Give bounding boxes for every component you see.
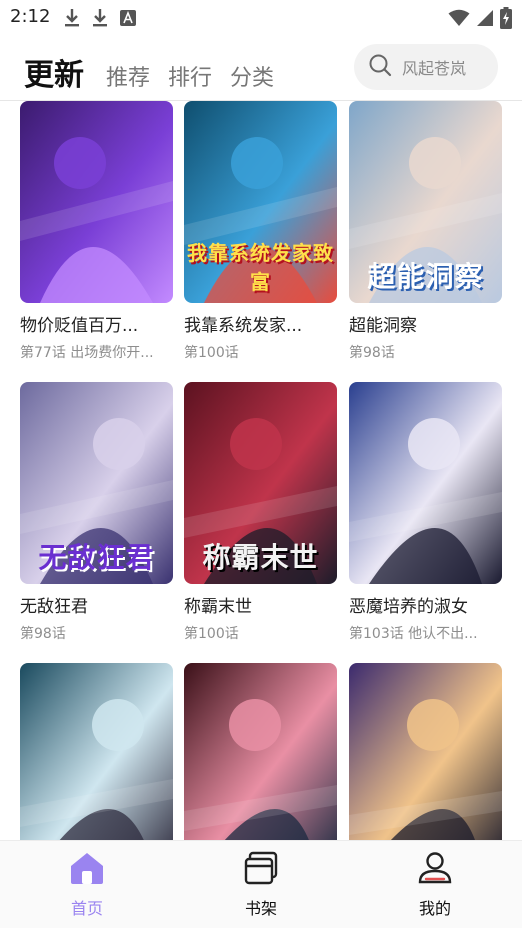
- comic-title: 物价贬值百万...: [20, 316, 139, 336]
- cover-logo: 超能洞察: [367, 260, 484, 293]
- comic-cover[interactable]: [349, 663, 502, 840]
- tab-category[interactable]: 分类: [230, 60, 274, 92]
- comic-card[interactable]: 称霸末世 称霸末世 第100话: [184, 382, 337, 643]
- cover-art: [20, 663, 173, 840]
- nav-profile-label: 我的: [418, 899, 451, 918]
- top-header: 更新 推荐 排行 分类 风起苍岚: [0, 36, 522, 100]
- comic-card[interactable]: 无敌狂君 无敌狂君 第98话: [20, 382, 173, 643]
- comic-chapter: 第100话: [184, 345, 239, 361]
- nav-profile[interactable]: 我的: [385, 851, 485, 919]
- signal-icon: [476, 9, 494, 31]
- bottom-navigation: 首页 书架 我的: [0, 840, 522, 928]
- comic-chapter: 第103话 他认不出...: [349, 626, 478, 642]
- comic-title: 无敌狂君: [20, 597, 88, 617]
- comic-title: 超能洞察: [349, 316, 417, 336]
- status-bar: 2:12: [0, 0, 522, 36]
- comic-card[interactable]: [349, 663, 502, 840]
- profile-icon: [417, 852, 453, 889]
- comic-card[interactable]: [20, 663, 173, 840]
- tab-ranking[interactable]: 排行: [168, 60, 212, 92]
- cover-logo: 我靠系统发家致富: [187, 241, 334, 294]
- cover-logo: 无敌狂君: [38, 541, 155, 574]
- bookshelf-icon: [243, 851, 279, 889]
- home-icon: [69, 853, 105, 889]
- comic-card[interactable]: [184, 663, 337, 840]
- search-placeholder: 风起苍岚: [402, 59, 467, 78]
- comic-cover[interactable]: [20, 663, 173, 840]
- comic-chapter: 第98话: [349, 345, 395, 361]
- cover-art: [184, 663, 337, 840]
- comic-title: 我靠系统发家...: [184, 316, 303, 336]
- comic-card[interactable]: 物价贬值百万... 第77话 出场费你开...: [20, 101, 173, 362]
- comic-title: 称霸末世: [184, 597, 252, 617]
- cover-art: [349, 382, 502, 584]
- status-system-icons: [448, 7, 512, 33]
- nav-home[interactable]: 首页: [37, 851, 137, 919]
- comic-title: 恶魔培养的淑女: [349, 597, 468, 617]
- comic-card[interactable]: 恶魔培养的淑女 第103话 他认不出...: [349, 382, 502, 643]
- cover-art: [349, 663, 502, 840]
- category-tabs: 更新 推荐 排行 分类: [24, 50, 274, 94]
- status-time: 2:12: [10, 6, 51, 27]
- search-icon: [368, 53, 392, 81]
- comic-card[interactable]: 我靠系统发家致富 我靠系统发家... 第100话: [184, 101, 337, 362]
- comic-cover[interactable]: 无敌狂君: [20, 382, 173, 584]
- comic-cover[interactable]: 超能洞察: [349, 101, 502, 303]
- comic-cover[interactable]: [184, 663, 337, 840]
- comic-chapter: 第100话: [184, 626, 239, 642]
- comic-cover[interactable]: 称霸末世: [184, 382, 337, 584]
- status-notification-icons: [64, 8, 136, 32]
- nav-home-label: 首页: [70, 899, 103, 918]
- a-app-icon: [120, 10, 136, 30]
- battery-charging-icon: [500, 7, 512, 33]
- comic-grid: 物价贬值百万... 第77话 出场费你开... 我靠系统发家致富 我靠系统发家.…: [0, 101, 522, 840]
- nav-bookshelf[interactable]: 书架: [211, 851, 311, 919]
- comic-cover[interactable]: [349, 382, 502, 584]
- wifi-icon: [448, 9, 470, 31]
- tab-update[interactable]: 更新: [24, 50, 84, 94]
- cover-logo: 称霸末世: [202, 541, 319, 574]
- search-box[interactable]: 风起苍岚: [354, 44, 498, 90]
- download-icon: [64, 8, 80, 32]
- comic-card[interactable]: 超能洞察 超能洞察 第98话: [349, 101, 502, 362]
- comic-chapter: 第77话 出场费你开...: [20, 345, 154, 361]
- nav-bookshelf-label: 书架: [244, 899, 277, 918]
- comic-cover[interactable]: [20, 101, 173, 303]
- tab-recommend[interactable]: 推荐: [106, 60, 150, 92]
- comic-cover[interactable]: 我靠系统发家致富: [184, 101, 337, 303]
- download-icon: [92, 8, 108, 32]
- comic-chapter: 第98话: [20, 626, 66, 642]
- cover-art: [20, 101, 173, 303]
